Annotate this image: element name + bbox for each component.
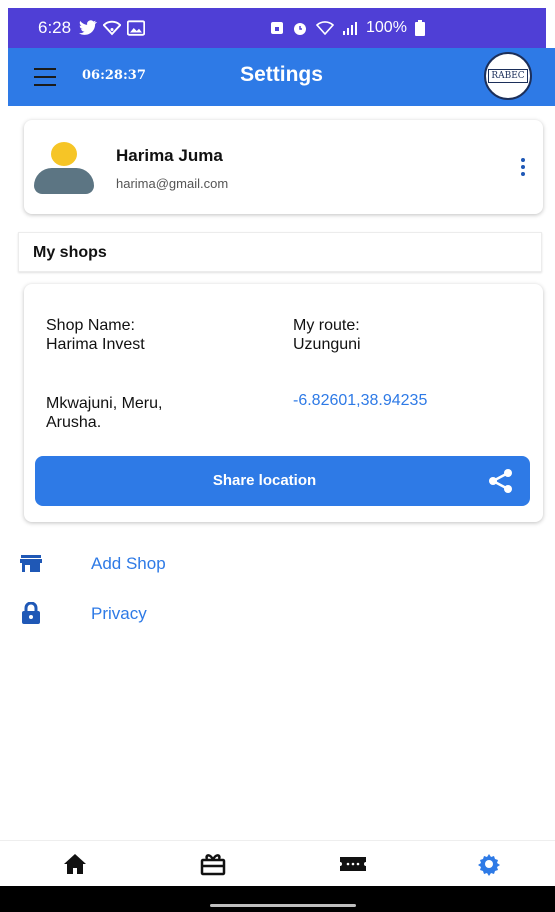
nav-home[interactable] xyxy=(60,851,90,877)
image-icon xyxy=(127,20,146,36)
privacy-item[interactable]: Privacy xyxy=(20,596,320,632)
nav-tickets[interactable] xyxy=(338,851,368,877)
share-icon xyxy=(489,469,512,493)
more-options-button[interactable] xyxy=(520,158,526,176)
shop-address-block: Mkwajuni, Meru, Arusha. xyxy=(46,394,162,432)
avatar xyxy=(34,142,94,194)
alarm-icon xyxy=(294,23,306,35)
rabec-logo: RABEC xyxy=(484,52,532,100)
shop-address-line2: Arusha. xyxy=(46,414,102,431)
wifi-icon xyxy=(103,20,122,36)
system-status-bar: 6:28 100% xyxy=(8,8,546,48)
shop-name-value: Harima Invest xyxy=(46,336,145,353)
battery-icon xyxy=(414,20,425,36)
share-location-button[interactable]: Share location xyxy=(35,456,530,506)
profile-card: Harima Juma harima@gmail.com xyxy=(24,120,543,214)
kebab-icon-dot xyxy=(521,172,525,176)
shop-name-block: Shop Name: Harima Invest xyxy=(46,316,145,354)
shop-name-label: Shop Name: xyxy=(46,317,135,334)
status-right-icons: 100% xyxy=(270,19,425,37)
kebab-icon-dot xyxy=(521,165,525,169)
status-time: 6:28 xyxy=(38,18,72,37)
cell-signal-icon xyxy=(343,22,357,35)
gift-icon xyxy=(200,854,226,876)
avatar-head xyxy=(51,142,77,166)
shop-route-label: My route: xyxy=(293,317,360,334)
status-left-icons xyxy=(79,20,146,36)
profile-email: harima@gmail.com xyxy=(116,176,229,191)
nav-settings[interactable] xyxy=(474,851,504,877)
system-navigation-bar xyxy=(0,886,555,912)
shop-route-block: My route: Uzunguni xyxy=(293,316,361,354)
add-shop-item[interactable]: Add Shop xyxy=(20,546,320,582)
wifi-signal-icon xyxy=(316,21,334,35)
privacy-label: Privacy xyxy=(91,604,147,623)
gear-icon xyxy=(478,854,500,876)
app-bar: 06:28:37 Settings RABEC xyxy=(8,48,555,106)
ticket-icon xyxy=(340,857,366,871)
profile-name: Harima Juma xyxy=(116,146,223,165)
shop-address-line1: Mkwajuni, Meru, xyxy=(46,395,163,412)
lock-notification-icon xyxy=(271,22,283,34)
share-location-label: Share location xyxy=(212,472,317,489)
add-shop-label: Add Shop xyxy=(91,554,166,573)
twitter-icon xyxy=(79,20,98,35)
kebab-icon-dot xyxy=(521,158,525,162)
avatar-body xyxy=(34,168,94,194)
shop-card: Shop Name: Harima Invest My route: Uzung… xyxy=(24,284,543,522)
section-header-my-shops: My shops xyxy=(18,232,542,272)
store-icon xyxy=(20,555,42,572)
lock-icon xyxy=(22,602,40,624)
bottom-navigation xyxy=(0,840,555,886)
section-title: My shops xyxy=(33,244,107,261)
page-title: Settings xyxy=(240,63,323,86)
battery-percent: 100% xyxy=(366,19,407,36)
gesture-handle[interactable] xyxy=(210,904,356,907)
shop-coordinates-link[interactable]: -6.82601,38.94235 xyxy=(293,392,427,410)
logo-text: RABEC xyxy=(488,69,528,83)
shop-route-value: Uzunguni xyxy=(293,336,361,353)
nav-gift[interactable] xyxy=(198,851,228,877)
home-icon xyxy=(64,854,86,874)
